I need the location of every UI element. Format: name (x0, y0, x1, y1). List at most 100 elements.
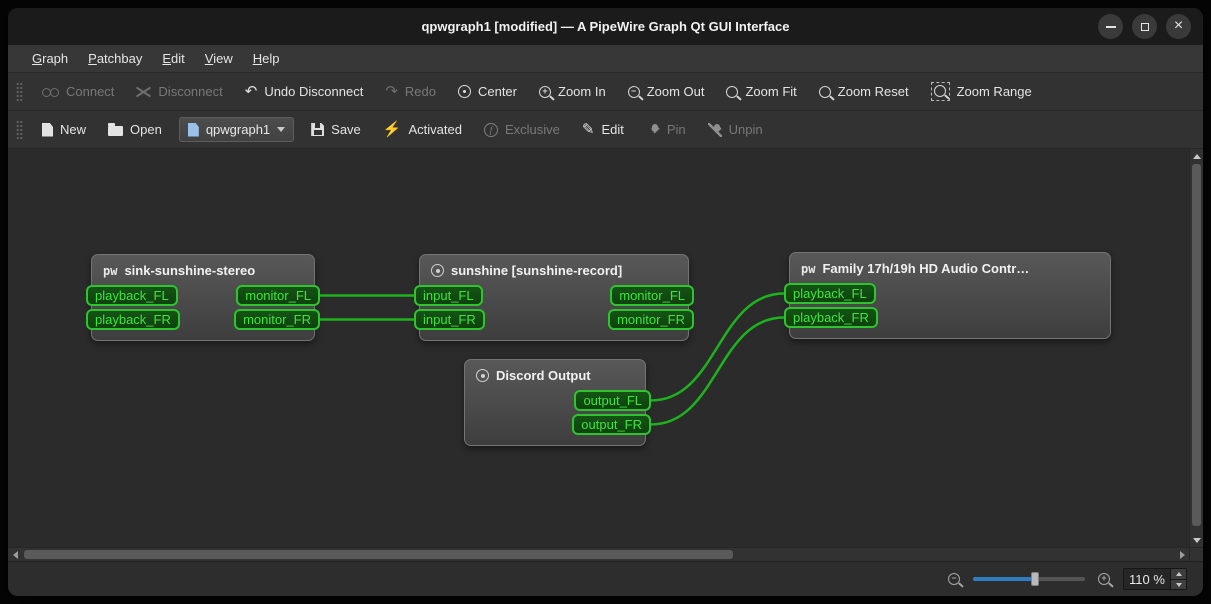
node-title: Family 17h/19h HD Audio Contr… (822, 261, 1030, 276)
node-header[interactable]: sunshine [sunshine-record] (420, 255, 688, 281)
port-pill[interactable]: monitor_FL (610, 285, 694, 306)
zoom-slider[interactable] (973, 571, 1085, 587)
zoom-out-label: Zoom Out (646, 84, 705, 99)
menu-graph[interactable]: Graph (22, 45, 78, 72)
pin-label: Pin (666, 122, 686, 137)
minimize-icon (1105, 25, 1116, 28)
zoom-slider-fill (973, 577, 1035, 581)
ports-row: input_FL input_FR monitor_FL monitor_FR (414, 281, 694, 339)
maximize-button[interactable] (1132, 14, 1157, 39)
port-pill[interactable]: playback_FL (784, 283, 876, 304)
undo-disconnect-label: Undo Disconnect (264, 84, 364, 99)
titlebar[interactable]: qpwgraph1 [modified] — A PipeWire Graph … (8, 8, 1203, 45)
zoom-reset-button[interactable]: Zoom Reset (810, 80, 918, 103)
port-pill[interactable]: monitor_FR (608, 309, 694, 330)
toolbar-grip[interactable] (16, 119, 23, 140)
open-label: Open (130, 122, 162, 137)
center-label: Center (477, 84, 517, 99)
scroll-left-button[interactable] (8, 548, 22, 561)
center-icon (457, 85, 471, 98)
zoom-reset-label: Zoom Reset (837, 84, 909, 99)
connections-svg (319, 292, 785, 426)
zoom-out-button[interactable]: − Zoom Out (619, 80, 714, 103)
pin-button[interactable]: Pin (637, 118, 695, 141)
port-pill[interactable]: input_FR (414, 309, 485, 330)
connect-label: Connect (66, 84, 115, 99)
ports-row: playback_FL playback_FR monitor_FL monit… (86, 281, 320, 339)
port-pill[interactable]: monitor_FL (236, 285, 320, 306)
node-sunshine[interactable]: sunshine [sunshine-record] input_FL inpu… (414, 254, 694, 341)
open-button[interactable]: Open (99, 118, 171, 141)
stream-icon (431, 264, 444, 277)
menubar: Graph Patchbay Edit View Help (8, 45, 1203, 73)
connect-button[interactable]: Connect (33, 80, 123, 103)
redo-button[interactable]: ↷ Redo (376, 80, 445, 103)
horizontal-scrollbar-thumb[interactable] (24, 550, 733, 559)
zoom-range-button[interactable]: Zoom Range (922, 78, 1041, 105)
port-pill[interactable]: monitor_FR (234, 309, 320, 330)
zoom-range-icon (930, 82, 950, 101)
node-header[interactable]: pw Family 17h/19h HD Audio Contr… (790, 253, 1110, 279)
zoom-spinbox[interactable]: 110 % (1123, 568, 1187, 590)
scroll-right-icon (1179, 550, 1185, 559)
exclusive-button[interactable]: f Exclusive (475, 118, 569, 141)
unpin-button[interactable]: Unpin (699, 118, 772, 141)
zoom-spin-up-button[interactable] (1171, 569, 1186, 579)
minimize-button[interactable] (1098, 14, 1123, 39)
menu-edit[interactable]: Edit (152, 45, 194, 72)
scroll-right-button[interactable] (1175, 548, 1189, 561)
scroll-down-icon (1192, 537, 1201, 543)
toolbar-grip[interactable] (16, 81, 23, 102)
node-sink-sunshine-stereo[interactable]: pw sink-sunshine-stereo playback_FL play… (86, 254, 320, 341)
zoom-slider-handle[interactable] (1030, 572, 1039, 586)
port-pill[interactable]: playback_FL (86, 285, 178, 306)
undo-disconnect-button[interactable]: ↶ Undo Disconnect (236, 80, 373, 103)
vertical-scrollbar-thumb[interactable] (1192, 164, 1201, 526)
node-family-audio-controller[interactable]: pw Family 17h/19h HD Audio Contr… playba… (784, 252, 1111, 339)
vertical-scrollbar[interactable] (1189, 149, 1203, 547)
zoom-out-icon: − (627, 85, 640, 98)
session-combo[interactable]: qpwgraph1 (178, 117, 295, 142)
graph-canvas[interactable]: pw sink-sunshine-stereo playback_FL play… (8, 149, 1189, 547)
node-header[interactable]: Discord Output (465, 360, 645, 386)
edit-icon: ✎ (581, 121, 595, 138)
spin-down-icon (1175, 582, 1182, 587)
menu-patchbay[interactable]: Patchbay (78, 45, 152, 72)
node-discord-output[interactable]: Discord Output output_FL output_FR (464, 359, 651, 446)
zoom-in-button[interactable]: + Zoom In (530, 80, 615, 103)
scroll-down-button[interactable] (1190, 533, 1203, 547)
statusbar: − + 110 % (8, 561, 1203, 596)
port-pill[interactable]: output_FR (572, 414, 651, 435)
edit-button[interactable]: ✎ Edit (573, 118, 633, 141)
redo-label: Redo (404, 84, 436, 99)
activated-label: Activated (408, 122, 462, 137)
pipewire-icon: pw (801, 261, 816, 276)
main-area: pw sink-sunshine-stereo playback_FL play… (8, 149, 1203, 547)
edit-label: Edit (601, 122, 624, 137)
close-button[interactable]: × (1166, 14, 1191, 39)
ports-row: playback_FL playback_FR (784, 279, 1110, 337)
window-controls: × (1098, 8, 1191, 45)
zoom-fit-button[interactable]: Zoom Fit (717, 80, 805, 103)
menu-view[interactable]: View (195, 45, 243, 72)
port-pill[interactable]: playback_FR (86, 309, 180, 330)
disconnect-button[interactable]: Disconnect (127, 80, 231, 103)
port-pill[interactable]: playback_FR (784, 307, 878, 328)
zoom-range-label: Zoom Range (956, 84, 1032, 99)
zoom-out-small-icon[interactable]: − (948, 573, 960, 585)
horizontal-scrollbar[interactable] (8, 547, 1189, 561)
port-pill[interactable]: input_FL (414, 285, 483, 306)
menu-help[interactable]: Help (243, 45, 290, 72)
new-file-icon (42, 122, 53, 137)
activated-button[interactable]: ⚡ Activated (374, 118, 471, 141)
zoom-in-small-icon[interactable]: + (1098, 573, 1110, 585)
minus-glyph: − (631, 85, 637, 96)
zoom-spin-down-button[interactable] (1171, 579, 1186, 589)
port-pill[interactable]: output_FL (574, 390, 651, 411)
new-button[interactable]: New (33, 118, 95, 141)
zoom-in-icon: + (539, 85, 551, 98)
node-header[interactable]: pw sink-sunshine-stereo (92, 255, 314, 281)
center-button[interactable]: Center (449, 80, 526, 103)
save-button[interactable]: Save (302, 118, 370, 141)
scroll-up-button[interactable] (1190, 149, 1203, 163)
